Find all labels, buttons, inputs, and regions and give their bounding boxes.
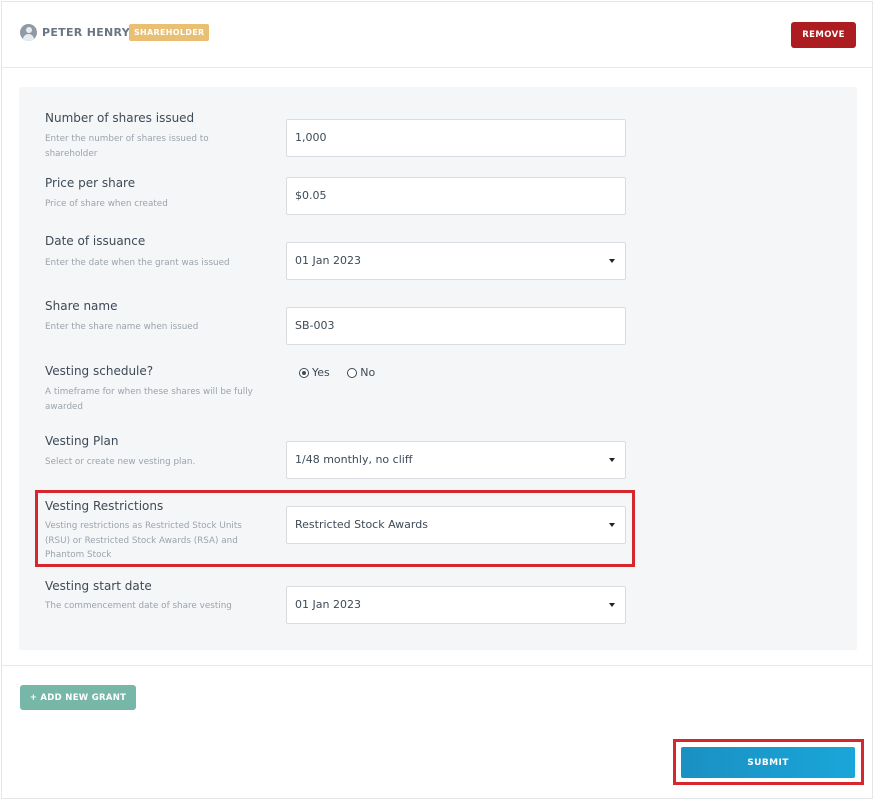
vesting-schedule-label: Vesting schedule?	[45, 364, 154, 378]
share-name-input[interactable]: SB-003	[286, 307, 626, 345]
chevron-down-icon	[609, 523, 615, 527]
add-new-grant-button[interactable]: + ADD NEW GRANT	[20, 685, 136, 710]
price-label: Price per share	[45, 176, 136, 190]
shareholder-header: PETER HENRY SHAREHOLDER REMOVE	[2, 2, 872, 68]
user-avatar-icon	[20, 24, 37, 41]
vesting-schedule-yes-label: Yes	[312, 366, 330, 379]
vesting-restrictions-help: Vesting restrictions as Restricted Stock…	[45, 521, 242, 560]
issue-date-help: Enter the date when the grant was issued	[45, 258, 230, 268]
shareholder-name: PETER HENRY	[42, 26, 130, 39]
vesting-plan-help: Select or create new vesting plan.	[45, 457, 196, 467]
remove-button[interactable]: REMOVE	[791, 22, 856, 48]
submit-highlight: SUBMIT	[673, 739, 864, 785]
issue-date-select[interactable]: 01 Jan 2023	[286, 242, 626, 280]
vesting-start-value: 01 Jan 2023	[295, 598, 361, 611]
price-input[interactable]: $0.05	[286, 177, 626, 215]
vesting-restrictions-label: Vesting Restrictions	[45, 499, 164, 513]
vesting-schedule-no-label: No	[360, 366, 376, 379]
share-name-help: Enter the share name when issued	[45, 322, 199, 332]
share-name-label: Share name	[45, 299, 118, 313]
vesting-schedule-help: A timeframe for when these shares will b…	[45, 387, 253, 412]
submit-button[interactable]: SUBMIT	[681, 747, 855, 778]
section-divider	[2, 665, 872, 666]
chevron-down-icon	[609, 259, 615, 263]
shareholder-card: PETER HENRY SHAREHOLDER REMOVE Number of…	[1, 1, 873, 799]
radio-checked-icon	[299, 368, 309, 378]
shares-help: Enter the number of shares issued to sha…	[45, 134, 209, 159]
vesting-restrictions-select[interactable]: Restricted Stock Awards	[286, 506, 626, 544]
vesting-start-label: Vesting start date	[45, 579, 152, 593]
shares-input[interactable]: 1,000	[286, 119, 626, 157]
issue-date-label: Date of issuance	[45, 234, 146, 248]
grant-form-panel: Number of shares issued Enter the number…	[19, 87, 857, 650]
vesting-plan-select[interactable]: 1/48 monthly, no cliff	[286, 441, 626, 479]
vesting-restrictions-value: Restricted Stock Awards	[295, 518, 428, 531]
vesting-start-select[interactable]: 01 Jan 2023	[286, 586, 626, 624]
shareholder-badge: SHAREHOLDER	[129, 24, 210, 41]
vesting-schedule-no-radio[interactable]: No	[347, 366, 375, 379]
radio-unchecked-icon	[347, 368, 358, 378]
vesting-schedule-radio-group: Yes No	[299, 366, 389, 379]
price-help: Price of share when created	[45, 199, 168, 209]
vesting-plan-label: Vesting Plan	[45, 434, 119, 448]
vesting-schedule-yes-radio[interactable]: Yes	[299, 366, 330, 379]
chevron-down-icon	[609, 603, 615, 607]
issue-date-value: 01 Jan 2023	[295, 254, 361, 267]
chevron-down-icon	[609, 458, 615, 462]
vesting-start-help: The commencement date of share vesting	[45, 601, 232, 611]
shares-label: Number of shares issued	[45, 111, 195, 125]
vesting-plan-value: 1/48 monthly, no cliff	[295, 453, 413, 466]
